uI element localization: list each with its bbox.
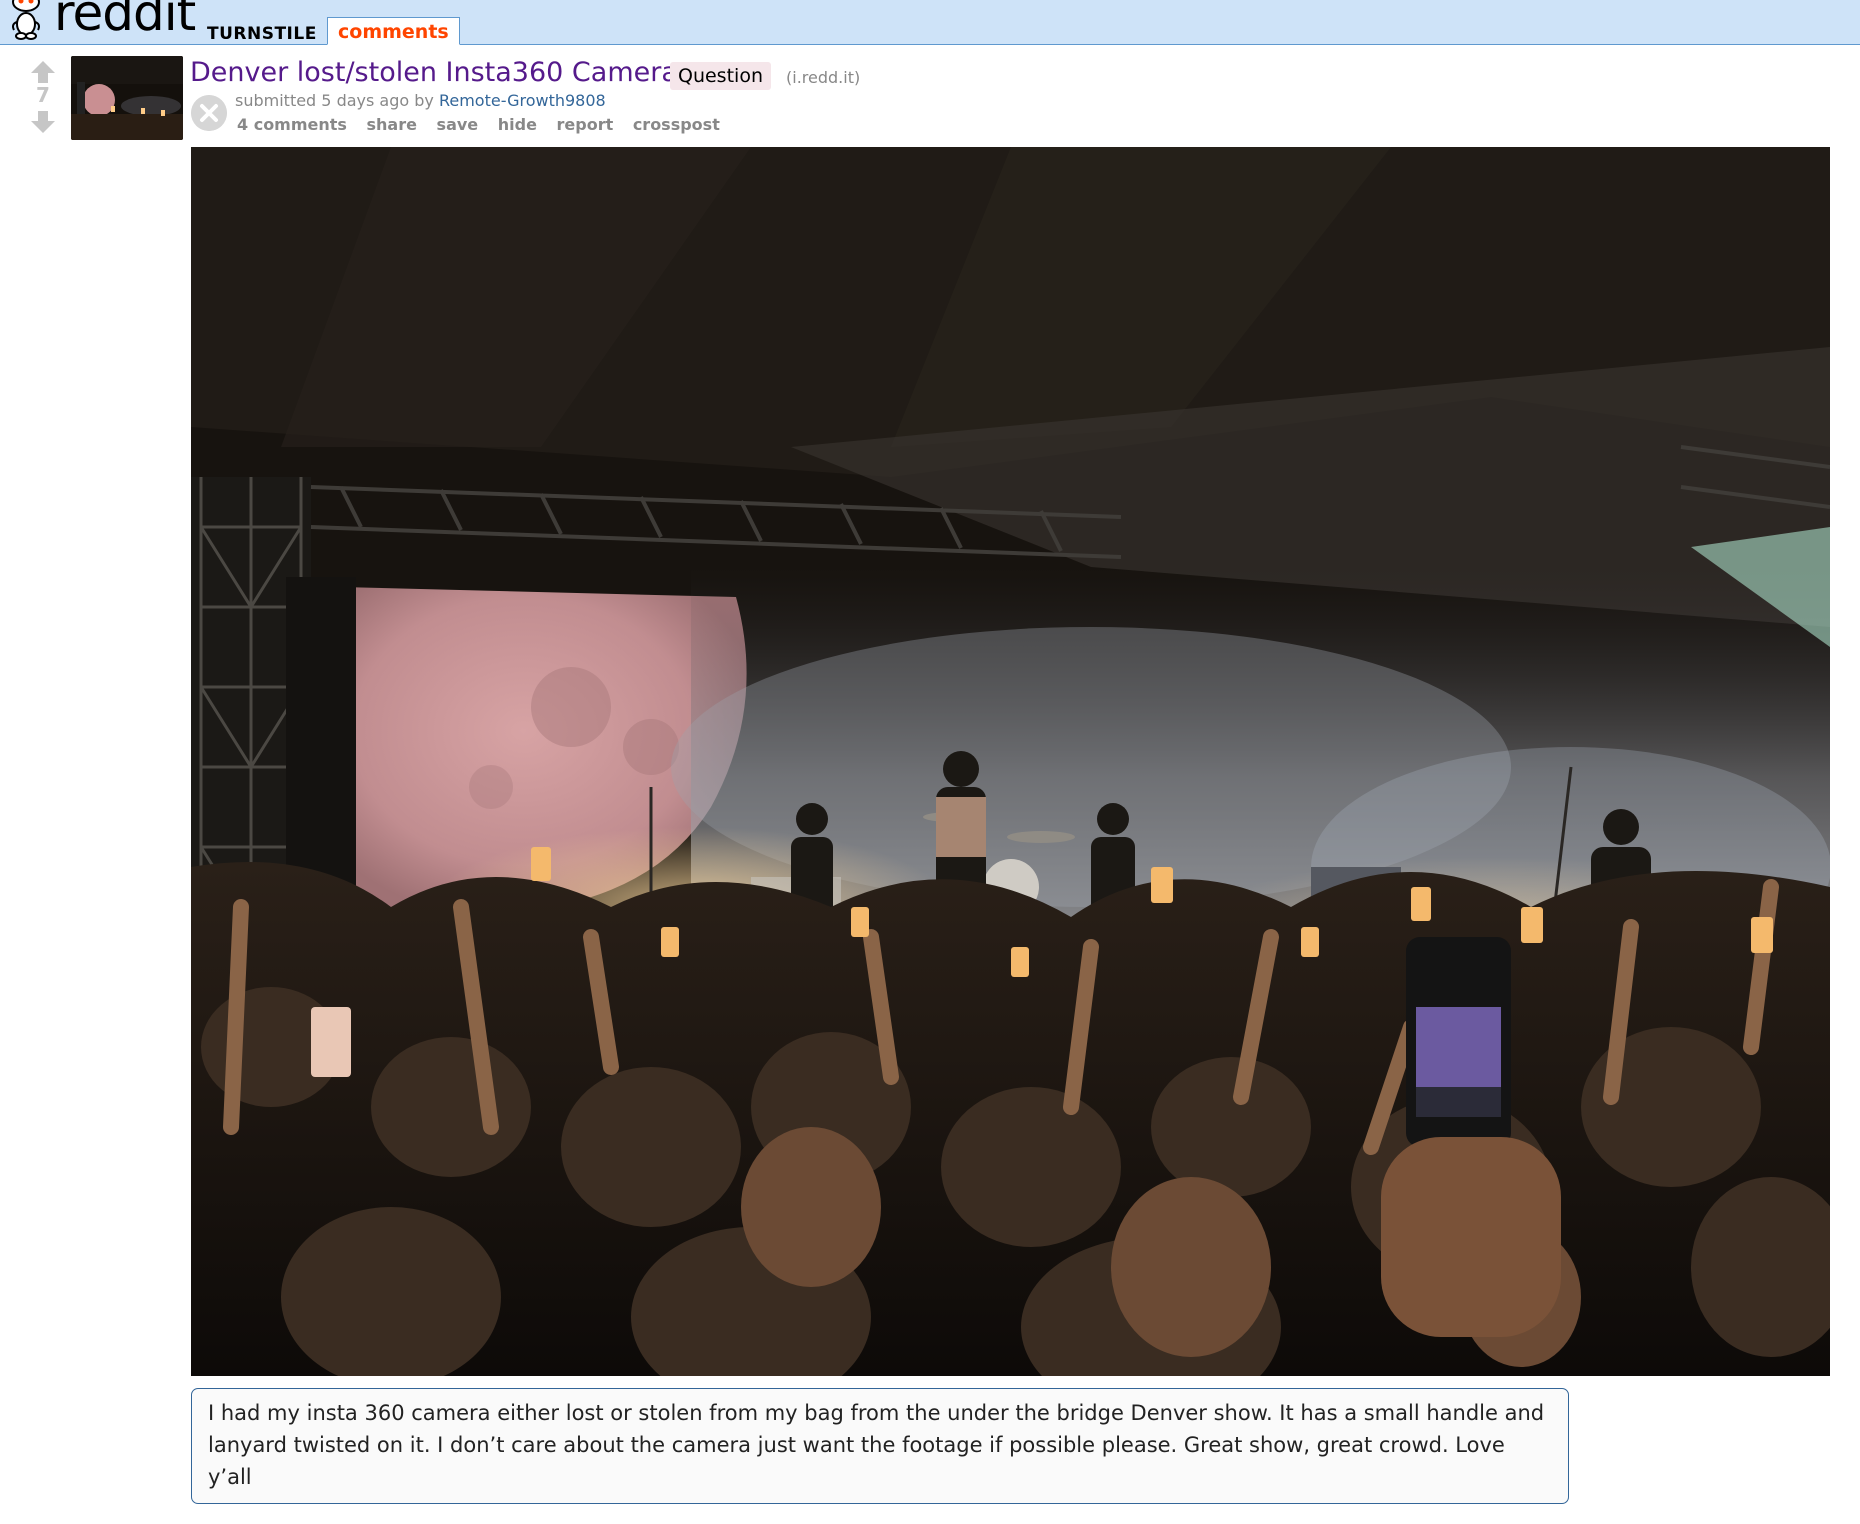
reddit-alien-icon[interactable] <box>6 0 46 42</box>
post-tagline: submitted 5 days ago by Remote-Growth980… <box>235 91 606 110</box>
post-thumbnail[interactable] <box>71 56 183 140</box>
post-score: 7 <box>36 83 50 107</box>
comments-button[interactable]: 4 comments <box>237 115 347 134</box>
post-title-link[interactable]: Denver lost/stolen Insta360 Camera <box>190 56 678 90</box>
author-link[interactable]: Remote-Growth9808 <box>439 91 606 110</box>
share-button[interactable]: share <box>367 115 417 134</box>
reddit-wordmark[interactable]: reddit <box>54 0 196 38</box>
hide-button[interactable]: hide <box>498 115 537 134</box>
post-image[interactable] <box>191 147 1830 1376</box>
tab-comments[interactable]: comments <box>327 17 460 45</box>
upvote-arrow-icon[interactable] <box>30 60 56 84</box>
site-header: reddit TURNSTILE comments <box>0 0 1860 45</box>
post-selftext: I had my insta 360 camera either lost or… <box>191 1388 1569 1504</box>
close-icon[interactable] <box>191 95 227 131</box>
submitted-text: submitted 5 days ago by <box>235 91 434 110</box>
save-button[interactable]: save <box>437 115 479 134</box>
post-flair[interactable]: Question <box>670 62 771 90</box>
subreddit-name-link[interactable]: TURNSTILE <box>207 24 317 44</box>
post-domain[interactable]: (i.redd.it) <box>786 68 860 87</box>
report-button[interactable]: report <box>557 115 614 134</box>
post-buttons: 4 comments share save hide report crossp… <box>237 115 734 134</box>
crosspost-button[interactable]: crosspost <box>633 115 720 134</box>
downvote-arrow-icon[interactable] <box>30 110 56 134</box>
